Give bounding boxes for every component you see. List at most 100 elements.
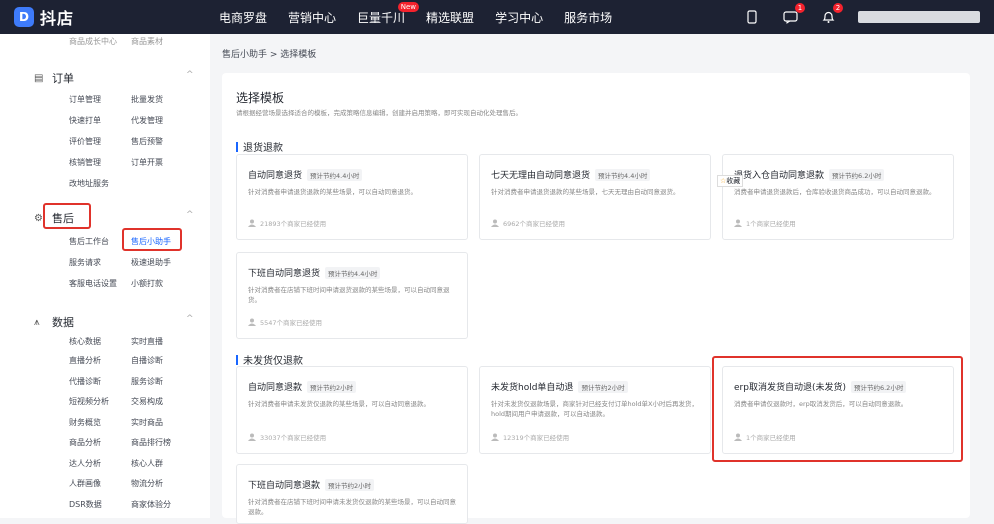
card-usage: 33037个商家已经使用 xyxy=(248,432,326,442)
person-icon xyxy=(248,318,256,326)
sidebar-item[interactable]: 短视频分析 xyxy=(69,396,109,407)
card-title: 下班自动同意退货 预计节约4.4小时 xyxy=(248,266,381,279)
sidebar-item[interactable]: 商品分析 xyxy=(69,437,101,448)
breadcrumb[interactable]: 售后小助手 > 选择模板 xyxy=(222,47,316,60)
sidebar-item[interactable]: 直播分析 xyxy=(69,355,101,366)
nav-alliance[interactable]: 精选联盟 xyxy=(426,9,474,26)
card-description: 针对消费者申请未发货仅退款的某些场景，可以自动同意退款。 xyxy=(248,400,430,408)
sidebar-item[interactable]: 核销管理 xyxy=(69,157,101,168)
sidebar-item[interactable]: 代播诊断 xyxy=(69,376,101,387)
sidebar-item[interactable]: 快速打单 xyxy=(69,115,101,126)
sidebar-item[interactable]: 达人分析 xyxy=(69,458,101,469)
sidebar-group-data[interactable]: ⩚ 数据 xyxy=(34,314,74,330)
template-card[interactable]: 下班自动同意退款 预计节约2小时 针对消费者在店铺下班时间申请未发货仅退款的某些场… xyxy=(236,464,468,524)
favorite-button[interactable]: ☆ 收藏 xyxy=(717,175,744,187)
bell-icon[interactable]: 2 xyxy=(820,3,843,25)
card-description: 针对消费者申请退货退款的某些场景，可以自动同意退货。 xyxy=(248,188,417,196)
usage-count: 33037个商家已经使用 xyxy=(260,434,327,442)
chevron-up-icon[interactable]: ^ xyxy=(186,70,194,80)
sidebar-item[interactable]: 服务请求 xyxy=(69,257,101,268)
message-count: 1 xyxy=(795,3,805,13)
sidebar-item[interactable]: 商家体验分 xyxy=(131,499,171,510)
template-card[interactable]: 自动同意退货 预计节约4.4小时 针对消费者申请退货退款的某些场景，可以自动同意退… xyxy=(236,154,468,240)
sidebar-item[interactable]: 财务概览 xyxy=(69,417,101,428)
chart-icon: ⩚ xyxy=(34,316,40,328)
section-unshipped-refund: 未发货仅退款 xyxy=(236,352,303,367)
time-saved-badge: 预计节约4.4小时 xyxy=(307,168,363,181)
sidebar-item[interactable]: DSR数据 xyxy=(69,499,102,510)
sidebar-item[interactable]: 客服电话设置 xyxy=(69,278,117,289)
sidebar-item[interactable]: 人群画像 xyxy=(69,478,101,489)
chevron-up-icon[interactable]: ^ xyxy=(186,314,194,324)
card-usage: 6962个商家已经使用 xyxy=(491,218,565,228)
sidebar-group-orders[interactable]: ▤ 订单 xyxy=(34,70,74,86)
usage-count: 5547个商家已经使用 xyxy=(260,319,323,327)
bell-count: 2 xyxy=(833,3,843,13)
card-description: 针对消费者在店铺下班时间申请未发货仅退款的某些场景，可以自动同意退款。 xyxy=(248,498,456,516)
nav-qianchuan[interactable]: 巨量千川 New xyxy=(357,1,420,26)
highlight-box xyxy=(122,228,182,251)
section-return-refund: 退货退款 xyxy=(236,139,283,154)
sidebar-item[interactable]: 服务诊断 xyxy=(131,376,163,387)
sidebar-item[interactable]: 改地址服务 xyxy=(69,178,109,189)
sidebar-item[interactable]: 实时商品 xyxy=(131,417,163,428)
nav-marketing[interactable]: 营销中心 xyxy=(288,9,336,26)
logo[interactable]: D 抖店 xyxy=(14,5,219,29)
sidebar-item[interactable]: 商品素材 xyxy=(131,36,163,47)
nav-service-market[interactable]: 服务市场 xyxy=(564,9,612,26)
template-card[interactable]: 退货入仓自动同意退款 预计节约6.2小时 消费者申请退货退款后，仓库验收退货商品成… xyxy=(722,154,954,240)
template-card[interactable]: 自动同意退款 预计节约2小时 针对消费者申请未发货仅退款的某些场景，可以自动同意退… xyxy=(236,366,468,454)
sidebar xyxy=(0,34,210,518)
highlight-box xyxy=(43,203,91,229)
sidebar-item[interactable]: 实时直播 xyxy=(131,336,163,347)
sidebar-item[interactable]: 自播诊断 xyxy=(131,355,163,366)
sidebar-item[interactable]: 商品排行榜 xyxy=(131,437,171,448)
new-badge: New xyxy=(397,1,420,12)
chevron-up-icon[interactable]: ^ xyxy=(186,210,194,220)
sidebar-item[interactable]: 商品成长中心 xyxy=(69,36,117,47)
sidebar-item[interactable]: 核心数据 xyxy=(69,336,101,347)
sidebar-item[interactable]: 售后工作台 xyxy=(69,236,109,247)
message-icon[interactable]: 1 xyxy=(782,3,805,25)
usage-count: 1个商家已经使用 xyxy=(746,220,796,228)
top-right-tools: 1 2 xyxy=(744,0,980,34)
sidebar-item[interactable]: 评价管理 xyxy=(69,136,101,147)
nav-learning[interactable]: 学习中心 xyxy=(495,9,543,26)
sidebar-item[interactable]: 交易构成 xyxy=(131,396,163,407)
sidebar-item[interactable]: 物流分析 xyxy=(131,478,163,489)
usage-count: 6962个商家已经使用 xyxy=(503,220,566,228)
time-saved-badge: 预计节约6.2小时 xyxy=(829,168,885,181)
time-saved-badge: 预计节约2小时 xyxy=(578,380,628,393)
card-usage: 1个商家已经使用 xyxy=(734,218,796,228)
sidebar-item[interactable]: 代发管理 xyxy=(131,115,163,126)
sidebar-item[interactable]: 核心人群 xyxy=(131,458,163,469)
sidebar-item[interactable]: 订单开票 xyxy=(131,157,163,168)
card-usage: 21893个商家已经使用 xyxy=(248,218,326,228)
sidebar-item[interactable]: 批量发货 xyxy=(131,94,163,105)
sidebar-item[interactable]: 极速退助手 xyxy=(131,257,171,268)
card-description: 针对消费者在店铺下班时间申请退货退款的某些场景，可以自动同意退货。 xyxy=(248,286,450,304)
mobile-icon[interactable] xyxy=(744,9,760,25)
card-description: 消费者申请退货退款后，仓库验收退货商品成功，可以自动同意退款。 xyxy=(734,188,936,196)
card-title: 七天无理由自动同意退货 预计节约4.4小时 xyxy=(491,168,651,181)
highlight-box xyxy=(712,356,963,462)
page-title: 选择模板 xyxy=(236,91,285,105)
sidebar-item[interactable]: 售后预警 xyxy=(131,136,163,147)
template-card[interactable]: 下班自动同意退货 预计节约4.4小时 针对消费者在店铺下班时间申请退货退款的某些场… xyxy=(236,252,468,339)
section-title: 退货退款 xyxy=(243,143,283,154)
nav-qianchuan-label: 巨量千川 xyxy=(357,10,406,25)
group-title: 数据 xyxy=(52,316,74,329)
nav-compass[interactable]: 电商罗盘 xyxy=(219,9,267,26)
template-card[interactable]: 未发货hold单自动退 预计节约2小时 针对未发货仅退款场景，商家针对已经支付订单… xyxy=(479,366,711,454)
template-card[interactable]: 七天无理由自动同意退货 预计节约4.4小时 针对消费者申请退货退款的某些场景，七天… xyxy=(479,154,711,240)
person-icon xyxy=(248,219,256,227)
logo-icon: D xyxy=(14,7,34,27)
section-marker xyxy=(236,141,238,152)
card-description: 针对消费者申请退货退款的某些场景，七天无理由自动同意退货。 xyxy=(491,188,680,196)
user-account[interactable] xyxy=(858,11,980,23)
usage-count: 12319个商家已经使用 xyxy=(503,434,570,442)
card-title: 自动同意退货 预计节约4.4小时 xyxy=(248,168,363,181)
sidebar-item[interactable]: 小额打款 xyxy=(131,278,163,289)
sidebar-item[interactable]: 订单管理 xyxy=(69,94,101,105)
card-title-text: 七天无理由自动同意退货 xyxy=(491,171,591,181)
